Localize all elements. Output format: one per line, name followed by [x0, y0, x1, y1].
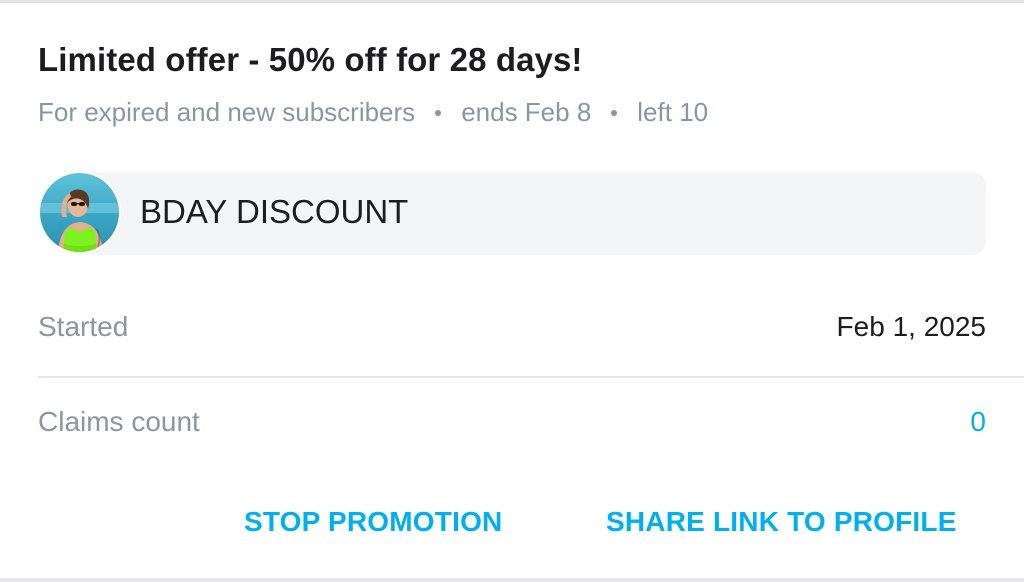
- divider: [38, 376, 1024, 378]
- promo-code-label: BDAY DISCOUNT: [140, 193, 409, 230]
- promo-code-row: BDAY DISCOUNT: [38, 171, 986, 256]
- offer-audience: For expired and new subscribers: [38, 97, 416, 127]
- user-avatar-photo-icon: [40, 173, 119, 252]
- claims-count-label: Claims count: [38, 406, 200, 437]
- started-value: Feb 1, 2025: [836, 311, 986, 342]
- promotion-card: Limited offer - 50% off for 28 days! For…: [0, 0, 1024, 582]
- offer-meta: For expired and new subscribers ends Feb…: [38, 97, 708, 128]
- offer-title: Limited offer - 50% off for 28 days!: [38, 41, 583, 78]
- separator-dot: [611, 109, 618, 116]
- started-label: Started: [38, 311, 129, 342]
- avatar[interactable]: [38, 171, 121, 254]
- offer-remaining: left 10: [637, 97, 709, 127]
- separator-dot: [435, 109, 442, 116]
- offer-end-date: ends Feb 8: [461, 97, 592, 127]
- claims-count-value[interactable]: 0: [970, 406, 986, 438]
- share-link-to-profile-button[interactable]: SHARE LINK TO PROFILE: [606, 506, 957, 538]
- stop-promotion-button[interactable]: STOP PROMOTION: [244, 506, 502, 538]
